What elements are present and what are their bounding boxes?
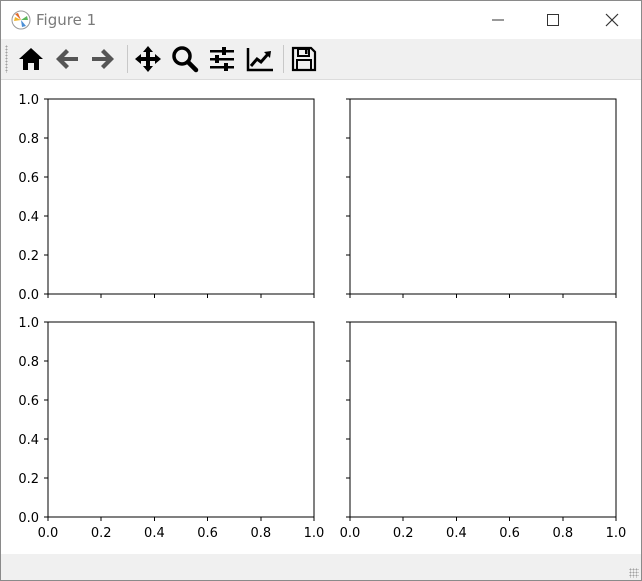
x-tick-label: 0.0: [340, 526, 361, 541]
sliders-icon: [210, 47, 234, 71]
x-tick-label: 1.0: [606, 526, 627, 541]
axes-frame: [349, 98, 617, 295]
axes-2[interactable]: [346, 98, 617, 298]
pan-button[interactable]: [132, 43, 164, 75]
window-title: Figure 1: [36, 11, 97, 29]
line-chart-icon: [246, 48, 273, 72]
toolbar-grip[interactable]: [5, 45, 8, 73]
back-button[interactable]: [51, 43, 83, 75]
matplotlib-app-icon: [11, 10, 31, 30]
x-tick-label: 0.2: [91, 526, 112, 541]
close-button[interactable]: [589, 1, 635, 39]
navigation-toolbar: [1, 39, 641, 80]
y-tick-label: 0.4: [18, 210, 39, 225]
resize-grip[interactable]: [629, 568, 639, 578]
move-icon: [135, 46, 161, 72]
x-tick-label: 0.0: [38, 526, 59, 541]
y-tick-label: 1.0: [18, 316, 39, 331]
magnifier-icon: [172, 46, 199, 73]
home-icon: [19, 48, 43, 70]
y-tick-label: 0.2: [18, 249, 39, 264]
title-bar[interactable]: Figure 1: [1, 1, 641, 39]
maximize-icon: [547, 14, 559, 26]
y-tick-label: 0.6: [18, 394, 39, 409]
forward-button[interactable]: [87, 43, 119, 75]
axes-1[interactable]: 0.0 0.2 0.4 0.6 0.8 1.0: [18, 93, 315, 303]
figure-canvas[interactable]: 0.0 0.2 0.4 0.6 0.8 1.0 0.0 0.2 0.4 0.6 0.8 1.0 0.0 0…: [1, 80, 641, 554]
axes-frame: [47, 98, 315, 295]
axes-3[interactable]: 0.0 0.2 0.4 0.6 0.8 1.0 0.0 0.2 0.4 0.6 0.8 1.0: [18, 316, 324, 541]
x-tick-label: 0.4: [144, 526, 165, 541]
y-tick-label: 1.0: [18, 93, 39, 108]
figure-plot-area[interactable]: 0.00.20.40.60.81.00.0 0.2 0.4 0.6 0.8 1.00.00…: [1, 80, 641, 554]
save-button[interactable]: [288, 43, 320, 75]
axes-frame: [47, 321, 315, 518]
x-tick-label: 0.6: [499, 526, 520, 541]
y-tick-label: 0.8: [18, 132, 39, 147]
toolbar-separator: [283, 45, 284, 73]
configure-subplots-button[interactable]: [206, 43, 238, 75]
y-tick-label: 0.0: [18, 511, 39, 526]
status-bar: [1, 554, 641, 580]
toolbar-separator: [127, 45, 128, 73]
y-tick-label: 0.4: [18, 433, 39, 448]
x-tick-label: 1.0: [304, 526, 325, 541]
x-tick-label: 0.8: [250, 526, 271, 541]
close-icon: [605, 13, 619, 27]
y-tick-label: 0.2: [18, 472, 39, 487]
axes-4[interactable]: 0.0 0.2 0.4 0.6 0.8 1.0: [340, 321, 627, 541]
x-tick-label: 0.4: [446, 526, 467, 541]
x-tick-label: 0.2: [393, 526, 414, 541]
arrow-left-icon: [56, 49, 78, 69]
floppy-disk-icon: [291, 46, 317, 72]
maximize-button[interactable]: [530, 1, 576, 39]
zoom-button[interactable]: [169, 43, 201, 75]
axes-frame: [349, 321, 617, 518]
x-tick-label: 0.6: [197, 526, 218, 541]
y-tick-label: 0.8: [18, 355, 39, 370]
x-tick-label: 0.8: [552, 526, 573, 541]
arrow-right-icon: [92, 49, 114, 69]
figure-window: Figure 1 0.0 0.2 0.4 0.6 0.8 1.0 0.0 0.2…: [0, 0, 642, 581]
minimize-button[interactable]: [475, 1, 521, 39]
y-tick-label: 0.0: [18, 288, 39, 303]
edit-axis-button[interactable]: [244, 43, 276, 75]
minimize-icon: [492, 19, 504, 21]
y-tick-label: 0.6: [18, 171, 39, 186]
home-button[interactable]: [15, 43, 47, 75]
